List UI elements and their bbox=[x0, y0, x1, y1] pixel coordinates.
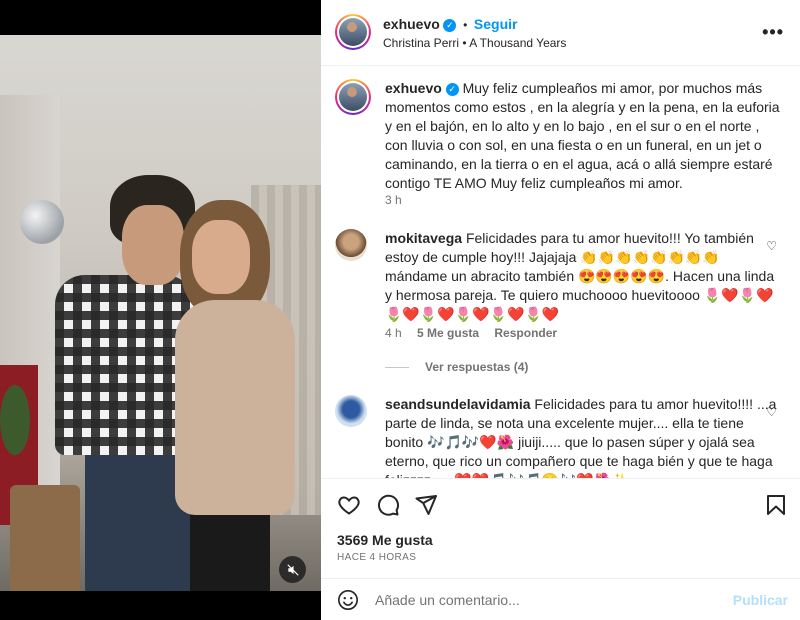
photo-balloon bbox=[20, 200, 64, 244]
photo-man-face bbox=[122, 205, 184, 285]
caption-username[interactable]: exhuevo bbox=[385, 80, 442, 96]
comment-like-heart-icon[interactable]: ♡ bbox=[766, 239, 777, 253]
audio-track-link[interactable]: Christina Perri • A Thousand Years bbox=[383, 36, 566, 50]
publish-button[interactable]: Publicar bbox=[733, 592, 788, 608]
author-username[interactable]: exhuevo bbox=[383, 16, 440, 32]
post-sidebar: exhuevo ✓ • Seguir Christina Perri • A T… bbox=[321, 0, 800, 620]
comment-like-heart-icon[interactable]: ♡ bbox=[766, 405, 777, 419]
bookmark-icon[interactable] bbox=[764, 493, 788, 517]
photo-woman-pants bbox=[190, 505, 270, 591]
likes-count[interactable]: 3569 Me gusta bbox=[337, 532, 433, 548]
speaker-muted-icon bbox=[286, 563, 299, 576]
comment-item: seandsundelavidamia Felicidades para tu … bbox=[335, 395, 785, 478]
comment-input[interactable] bbox=[375, 587, 715, 613]
comment-meta: 4 h 5 Me gusta Responder bbox=[385, 326, 557, 340]
verified-badge-icon: ✓ bbox=[443, 19, 457, 33]
emoji-icon[interactable] bbox=[337, 589, 359, 611]
header-separator: • bbox=[463, 18, 468, 32]
send-icon[interactable] bbox=[414, 493, 438, 517]
photo-woman-face bbox=[192, 220, 250, 294]
caption-text: Muy feliz cumpleaños mi amor, por muchos… bbox=[385, 80, 780, 191]
replies-divider bbox=[385, 367, 409, 369]
caption-time[interactable]: 3 h bbox=[385, 193, 402, 207]
mute-audio-button[interactable] bbox=[279, 556, 306, 583]
follow-button[interactable]: Seguir bbox=[474, 16, 518, 32]
caption-avatar[interactable] bbox=[335, 79, 371, 115]
more-options-icon[interactable]: ••• bbox=[762, 22, 784, 43]
post-media bbox=[0, 0, 321, 620]
caption-row: exhuevo ✓ Muy feliz cumpleaños mi amor, … bbox=[335, 79, 785, 209]
photo-plant bbox=[0, 385, 30, 455]
comment-composer: Publicar bbox=[321, 578, 800, 620]
caption-body: exhuevo ✓ Muy feliz cumpleaños mi amor, … bbox=[385, 79, 780, 193]
photo-chair bbox=[10, 485, 80, 591]
view-replies-label: Ver respuestas (4) bbox=[425, 360, 529, 374]
comment-body: mokitavega Felicidades para tu amor huev… bbox=[385, 229, 780, 324]
view-replies-button[interactable]: Ver respuestas (4) bbox=[385, 360, 528, 374]
comment-username[interactable]: seandsundelavidamia bbox=[385, 396, 531, 412]
verified-badge-icon: ✓ bbox=[445, 82, 459, 96]
comment-time[interactable]: 4 h bbox=[385, 326, 402, 340]
post-actions: 3569 Me gusta HACE 4 HORAS bbox=[321, 478, 800, 578]
comment-avatar[interactable] bbox=[335, 229, 367, 261]
comment-body: seandsundelavidamia Felicidades para tu … bbox=[385, 395, 780, 478]
heart-icon[interactable] bbox=[337, 493, 361, 517]
author-avatar[interactable] bbox=[335, 14, 371, 50]
comments-scroll-area[interactable]: exhuevo ✓ Muy feliz cumpleaños mi amor, … bbox=[321, 67, 800, 478]
photo-woman-sweater bbox=[175, 300, 295, 515]
comment-icon[interactable] bbox=[376, 493, 400, 517]
post-header: exhuevo ✓ • Seguir Christina Perri • A T… bbox=[321, 0, 800, 66]
comment-username[interactable]: mokitavega bbox=[385, 230, 462, 246]
posted-time[interactable]: HACE 4 HORAS bbox=[337, 552, 416, 563]
comment-reply-button[interactable]: Responder bbox=[494, 326, 557, 340]
post-photo[interactable] bbox=[0, 35, 321, 591]
comment-likes[interactable]: 5 Me gusta bbox=[417, 326, 479, 340]
comment-item: mokitavega Felicidades para tu amor huev… bbox=[335, 229, 785, 349]
comment-avatar[interactable] bbox=[335, 395, 367, 427]
photo-man-shirt bbox=[55, 275, 195, 455]
